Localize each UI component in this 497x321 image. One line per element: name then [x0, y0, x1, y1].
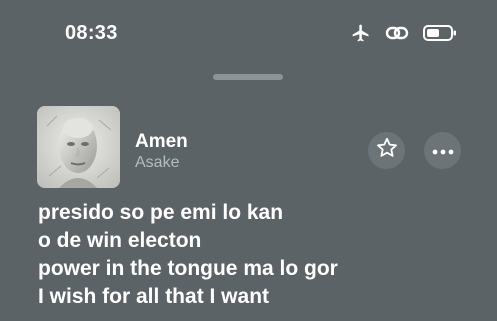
track-artist[interactable]: Asake — [135, 154, 179, 172]
status-bar: 08:33 — [0, 0, 497, 66]
favorite-button[interactable] — [368, 132, 405, 169]
airplane-icon — [351, 23, 371, 43]
star-icon — [375, 136, 399, 165]
sheet-grabber[interactable] — [213, 74, 283, 80]
lyric-line[interactable]: power in the tongue ma lo gor — [38, 255, 478, 283]
more-options-button[interactable] — [424, 132, 461, 169]
now-playing-header: Amen Asake — [37, 106, 467, 188]
lyric-line[interactable]: I wish for all that I want — [38, 283, 478, 311]
lyric-line[interactable]: presido so pe emi lo kan — [38, 199, 478, 227]
track-title[interactable]: Amen — [135, 131, 188, 153]
battery-icon — [423, 24, 457, 42]
lyrics-panel[interactable]: presido so pe emi lo kan o de win electo… — [38, 199, 478, 311]
album-cover[interactable] — [37, 106, 120, 188]
status-time: 08:33 — [65, 22, 118, 44]
status-icons — [351, 23, 457, 43]
link-icon — [385, 23, 409, 43]
lyric-line[interactable]: o de win electon — [38, 227, 478, 255]
ellipsis-icon — [432, 142, 454, 160]
